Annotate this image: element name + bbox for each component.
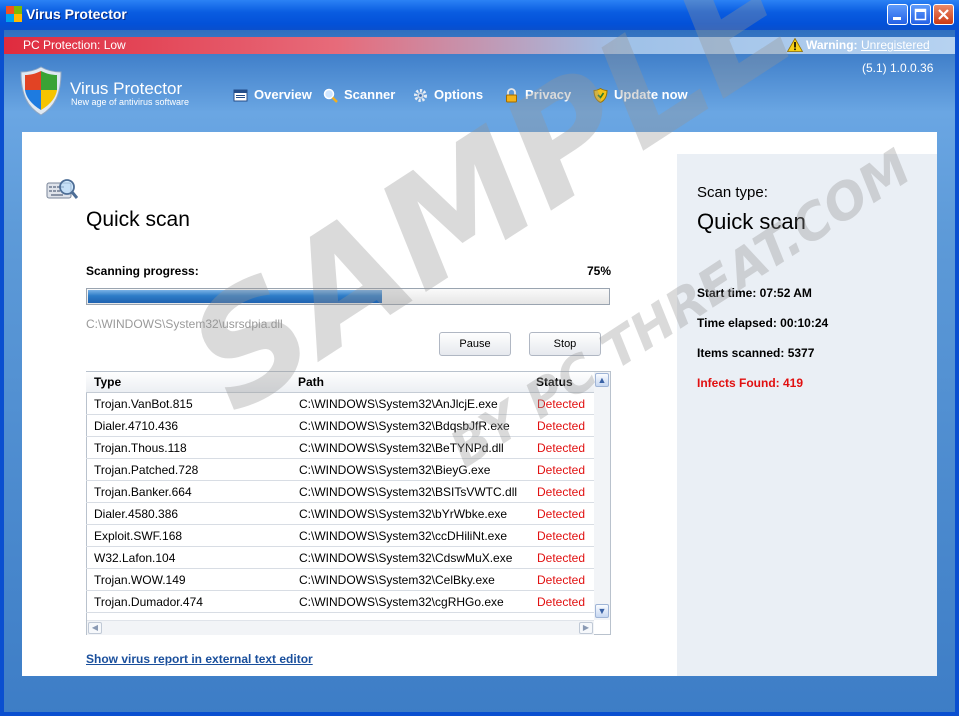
row-path: C:\WINDOWS\System32\BSITsVWTC.dll bbox=[299, 485, 518, 499]
row-type: Dialer.4580.386 bbox=[94, 507, 179, 521]
table-vertical-scrollbar[interactable]: ▲ ▼ bbox=[594, 372, 610, 620]
gear-icon bbox=[414, 89, 427, 102]
row-path: C:\WINDOWS\System32\AnJlcjE.exe bbox=[299, 397, 498, 411]
pause-button[interactable]: Pause bbox=[439, 332, 511, 356]
maximize-icon bbox=[914, 8, 927, 21]
warning-label: Warning: bbox=[806, 38, 858, 52]
row-type: Trojan.VanBot.815 bbox=[94, 397, 193, 411]
table-row[interactable]: Trojan.Banker.664 C:\WINDOWS\System32\BS… bbox=[86, 481, 594, 503]
table-horizontal-scrollbar[interactable]: ◀ ▶ bbox=[87, 620, 594, 635]
row-status: Detected bbox=[537, 529, 586, 543]
row-status: Detected bbox=[537, 463, 586, 477]
brand-name: Virus Protector bbox=[70, 79, 183, 98]
table-row[interactable]: W32.Lafon.104 C:\WINDOWS\System32\CdswMu… bbox=[86, 547, 594, 569]
window-title: Virus Protector bbox=[26, 6, 127, 22]
row-status: Detected bbox=[537, 595, 586, 609]
scroll-down-button[interactable]: ▼ bbox=[595, 604, 609, 618]
row-status: Detected bbox=[537, 573, 586, 587]
table-row[interactable]: Trojan.WOW.149 C:\WINDOWS\System32\CelBk… bbox=[86, 569, 594, 591]
row-path: C:\WINDOWS\System32\BieyG.exe bbox=[299, 463, 491, 477]
row-path: C:\WINDOWS\System32\cgRHGo.exe bbox=[299, 595, 504, 609]
row-type: Trojan.Patched.728 bbox=[94, 463, 199, 477]
chevron-left-icon: ◀ bbox=[91, 623, 99, 632]
column-type[interactable]: Type bbox=[94, 375, 121, 389]
scroll-left-button[interactable]: ◀ bbox=[88, 622, 102, 634]
row-type: Trojan.WOW.149 bbox=[94, 573, 186, 587]
row-type: Trojan.Banker.664 bbox=[94, 485, 192, 499]
close-button[interactable] bbox=[933, 4, 954, 25]
table-row[interactable]: Trojan.Dumador.474 C:\WINDOWS\System32\c… bbox=[86, 591, 594, 613]
keyboard-scan-icon bbox=[46, 179, 78, 199]
row-type: Dialer.4710.436 bbox=[94, 419, 179, 433]
window-border-bottom bbox=[0, 712, 959, 716]
window-border-left bbox=[0, 30, 4, 716]
row-status: Detected bbox=[537, 441, 586, 455]
maximize-button[interactable] bbox=[910, 4, 931, 25]
table-row[interactable]: Trojan.Patched.728 C:\WINDOWS\System32\B… bbox=[86, 459, 594, 481]
row-type: Trojan.Thous.118 bbox=[94, 441, 187, 455]
row-path: C:\WINDOWS\System32\ccDHiliNt.exe bbox=[299, 529, 508, 543]
table-row[interactable]: Exploit.SWF.168 C:\WINDOWS\System32\ccDH… bbox=[86, 525, 594, 547]
row-type: Exploit.SWF.168 bbox=[94, 529, 183, 543]
magnifier-icon bbox=[323, 88, 338, 103]
row-status: Detected bbox=[537, 507, 586, 521]
scan-type-label: Scan type: bbox=[697, 184, 768, 201]
protection-status: PC Protection: Low bbox=[23, 38, 126, 52]
nav-overview-label: Overview bbox=[254, 87, 312, 102]
overview-icon bbox=[233, 89, 248, 102]
row-type: Trojan.Dumador.474 bbox=[94, 595, 203, 609]
items-scanned: Items scanned: 5377 bbox=[697, 346, 815, 360]
close-icon bbox=[938, 9, 949, 20]
chevron-down-icon: ▼ bbox=[597, 606, 607, 616]
row-type: W32.Lafon.104 bbox=[94, 551, 176, 565]
version-text: (5.1) 1.0.0.36 bbox=[862, 61, 934, 75]
nav-scanner-label: Scanner bbox=[344, 87, 396, 102]
shield-logo-icon bbox=[20, 66, 62, 116]
row-path: C:\WINDOWS\System32\bYrWbke.exe bbox=[299, 507, 508, 521]
row-status: Detected bbox=[537, 551, 586, 565]
brand-tagline: New age of antivirus software bbox=[71, 97, 190, 107]
minimize-icon bbox=[893, 17, 901, 20]
progress-percent: 75% bbox=[587, 264, 612, 278]
unregistered-link[interactable]: Unregistered bbox=[861, 38, 930, 52]
table-row[interactable]: Dialer.4580.386 C:\WINDOWS\System32\bYrW… bbox=[86, 503, 594, 525]
scan-title: Quick scan bbox=[86, 208, 190, 231]
virus-report-link[interactable]: Show virus report in external text edito… bbox=[86, 652, 313, 666]
title-bar[interactable]: Virus Protector bbox=[0, 0, 959, 30]
minimize-button[interactable] bbox=[887, 4, 908, 25]
scroll-right-button[interactable]: ▶ bbox=[579, 622, 593, 634]
row-status: Detected bbox=[537, 485, 586, 499]
infects-found: Infects Found: 419 bbox=[697, 376, 804, 390]
progress-label: Scanning progress: bbox=[86, 264, 199, 278]
chevron-right-icon: ▶ bbox=[582, 623, 590, 632]
row-path: C:\WINDOWS\System32\CdswMuX.exe bbox=[299, 551, 513, 565]
row-path: C:\WINDOWS\System32\CelBky.exe bbox=[299, 573, 495, 587]
app-icon bbox=[6, 6, 22, 22]
window-border-right bbox=[955, 30, 959, 716]
